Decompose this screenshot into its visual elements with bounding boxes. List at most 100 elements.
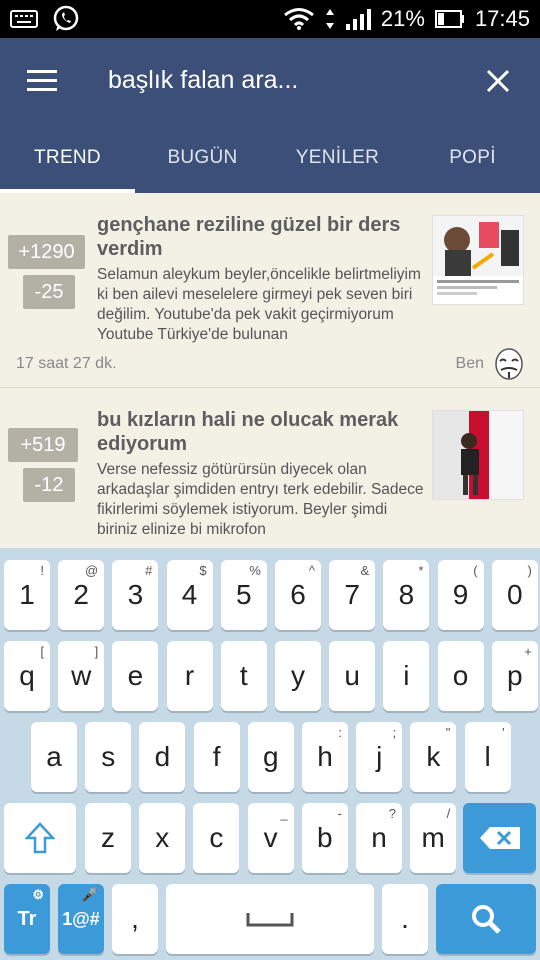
key-x-label: x — [155, 822, 170, 853]
key-0[interactable]: 0) — [491, 560, 538, 630]
tab-bar: TREND BUGÜN YENİLER POPİ — [0, 123, 540, 193]
key-3[interactable]: 3 # — [112, 560, 159, 630]
key-p-alt-label: + — [524, 644, 532, 659]
key-8[interactable]: 8 * — [383, 560, 430, 630]
key-j[interactable]: j; — [356, 722, 403, 792]
key-b-label: b — [317, 822, 333, 853]
key-c[interactable]: c — [193, 803, 240, 873]
search-input[interactable]: başlık falan ara... — [84, 66, 456, 95]
key-m[interactable]: m / — [410, 803, 457, 873]
key-f[interactable]: f — [193, 722, 240, 792]
wifi-icon — [283, 7, 315, 31]
key-o[interactable]: o — [437, 641, 484, 711]
key-k-alt-label: " — [445, 725, 451, 740]
key-h-alt-label: : — [338, 725, 342, 740]
key-e[interactable]: e — [112, 641, 159, 711]
key-w[interactable]: w] — [58, 641, 105, 711]
tab-bugun[interactable]: BUGÜN — [135, 123, 270, 193]
key-y-label: y — [291, 660, 305, 691]
key-n[interactable]: n? — [356, 803, 402, 873]
key-0-label: 0 — [507, 579, 523, 610]
key-i[interactable]: i — [383, 641, 430, 711]
key-z-label: z — [101, 822, 115, 853]
close-search-button[interactable] — [456, 38, 540, 123]
key-g[interactable]: g — [247, 722, 294, 792]
key-7[interactable]: 7 & — [329, 560, 376, 630]
key-l-label: l — [484, 741, 491, 772]
key-t[interactable]: t — [220, 641, 267, 711]
entry-card[interactable]: +1290 -25 gençhane reziline güzel bir de… — [0, 193, 540, 388]
key-b[interactable]: b- — [301, 803, 348, 873]
key-y[interactable]: y — [275, 641, 321, 711]
tab-yeniler[interactable]: YENİLER — [270, 123, 405, 193]
entry-title[interactable]: bu kızların hali ne olucak merak ediyoru… — [97, 408, 417, 456]
upvote-count[interactable]: +519 — [8, 428, 78, 462]
key-r[interactable]: r — [166, 641, 213, 711]
key-d[interactable]: d — [139, 722, 186, 792]
key-2[interactable]: 2 @ — [58, 560, 105, 630]
downvote-count[interactable]: -25 — [23, 275, 75, 309]
key-b-alt-label: - — [337, 806, 342, 821]
upvote-count[interactable]: +1290 — [8, 235, 85, 269]
entry-card[interactable]: +519 -12 bu kızların hali ne olucak mera… — [0, 388, 540, 548]
key-6[interactable]: 6 ^ — [275, 560, 321, 630]
key-6-label: 6 — [290, 579, 306, 610]
key-1[interactable]: 1! — [4, 560, 50, 630]
language-key[interactable]: Tr ⚙ — [4, 884, 50, 954]
vote-box: +519 -12 — [8, 428, 85, 502]
entry-thumbnail[interactable] — [432, 410, 524, 500]
key-e-label: e — [127, 660, 144, 691]
key-z[interactable]: z — [85, 803, 131, 873]
key-q-alt-label: [ — [40, 644, 44, 659]
hamburger-icon — [27, 69, 57, 91]
close-icon — [486, 69, 510, 92]
key-6-alt-label: ^ — [308, 563, 315, 578]
signal-icon — [345, 8, 371, 30]
key-a[interactable]: a — [31, 722, 77, 792]
key-f-label: f — [212, 741, 221, 772]
entry-excerpt: Selamun aleykum beyler,öncelikle belirtm… — [97, 266, 421, 343]
shift-key[interactable] — [4, 803, 76, 873]
data-arrows-icon — [325, 8, 335, 30]
key-k[interactable]: k " — [410, 722, 457, 792]
key-5[interactable]: 5% — [220, 560, 267, 630]
key-x[interactable]: x — [139, 803, 186, 873]
video-thumbnail-image — [433, 216, 523, 295]
key-p[interactable]: p + — [491, 641, 538, 711]
key-d-label: d — [154, 741, 171, 772]
key-j-alt-label: ; — [392, 725, 397, 740]
key-h[interactable]: h: — [302, 722, 348, 792]
downvote-count[interactable]: -12 — [23, 468, 75, 502]
menu-button[interactable] — [0, 38, 84, 123]
tab-popi[interactable]: POPİ — [405, 123, 540, 193]
key-q[interactable]: q[ — [4, 641, 50, 711]
backspace-key[interactable] — [463, 803, 536, 873]
key-8-alt-label: * — [418, 563, 424, 578]
entry-author[interactable]: Ben — [456, 355, 484, 373]
key-4-label: 4 — [181, 579, 198, 610]
settings-gear-icon: ⚙ — [32, 887, 44, 902]
key-s-label: s — [101, 741, 116, 772]
symbols-key[interactable]: 1@# 🎤 — [58, 884, 104, 954]
tab-trend[interactable]: TREND — [0, 123, 135, 193]
key-p-label: p — [507, 660, 523, 691]
key-9[interactable]: 9( — [437, 560, 484, 630]
period-key[interactable]: . — [382, 884, 428, 954]
key-u[interactable]: u — [329, 641, 376, 711]
search-key[interactable] — [436, 884, 536, 954]
key-l[interactable]: l ' — [464, 722, 511, 792]
key-4[interactable]: 4 $ — [166, 560, 213, 630]
key-w-label: w — [71, 660, 92, 691]
key-v[interactable]: v _ — [247, 803, 294, 873]
key-3-alt-label: # — [145, 563, 153, 578]
entry-thumbnail[interactable] — [432, 215, 524, 305]
comma-key[interactable]: , — [112, 884, 158, 954]
space-key[interactable] — [166, 884, 374, 954]
key-9-alt-label: ( — [473, 563, 478, 578]
key-o-label: o — [452, 660, 469, 691]
space-bar-icon — [246, 913, 294, 927]
entry-title[interactable]: gençhane reziline güzel bir ders verdim — [97, 213, 417, 261]
key-s[interactable]: s — [85, 722, 132, 792]
anonymous-mask-icon — [492, 348, 526, 382]
key-1-alt-label: ! — [40, 563, 44, 578]
